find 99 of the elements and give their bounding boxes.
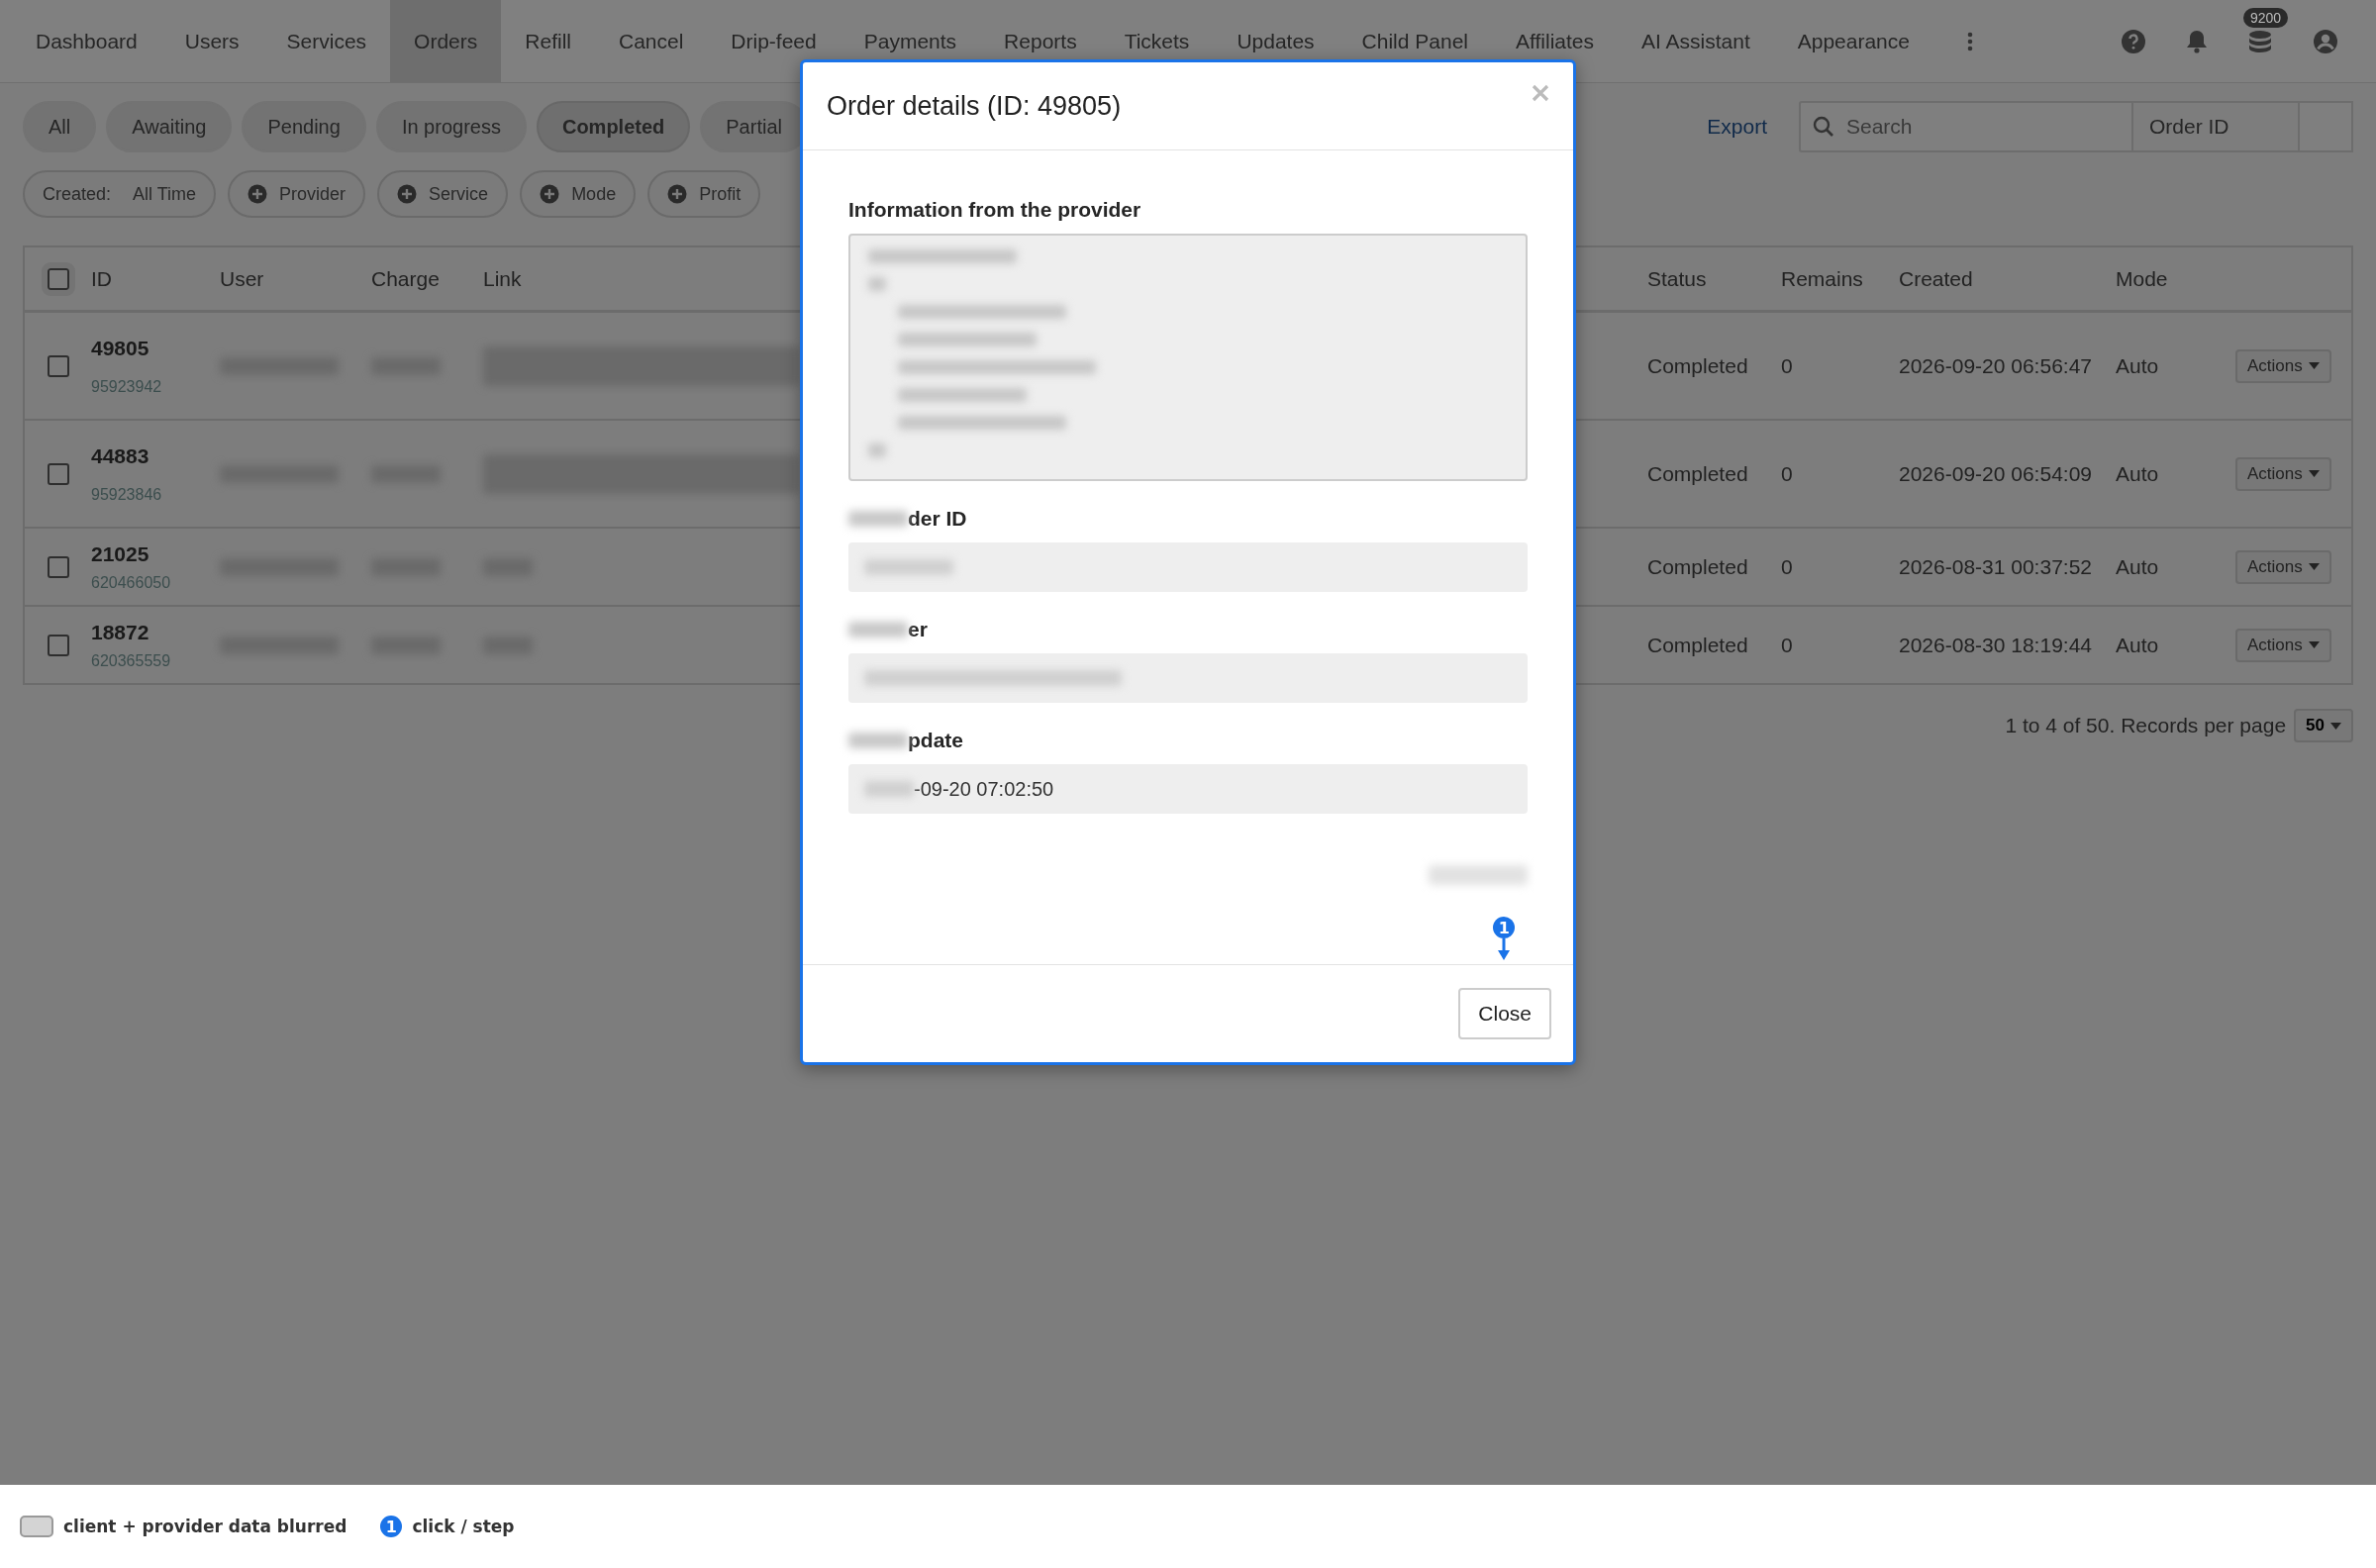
external-order-id: 620365559 bbox=[91, 651, 172, 670]
step-marker: 1 bbox=[380, 1516, 403, 1537]
status-filter-tab[interactable]: Pending bbox=[242, 101, 366, 152]
balance-badge: 9200 bbox=[2243, 7, 2289, 28]
nav-tab[interactable]: AI Assistant bbox=[1618, 0, 1774, 82]
field-label: der ID bbox=[908, 507, 967, 531]
text-field[interactable] bbox=[848, 653, 1528, 703]
blurred-text bbox=[864, 781, 914, 797]
field-label: Information from the provider bbox=[848, 198, 1142, 222]
field-label: pdate bbox=[908, 729, 963, 752]
step-marker: 1 bbox=[1493, 917, 1516, 938]
mode-cell-text: Auto bbox=[2115, 353, 2160, 378]
mode-cell-text: Auto bbox=[2115, 633, 2160, 657]
legend-label: client + provider data blurred bbox=[63, 1517, 347, 1536]
caret-icon bbox=[2308, 362, 2320, 369]
legend-label: click / step bbox=[412, 1517, 515, 1536]
remains-cell-text: 0 bbox=[1780, 461, 1794, 486]
status-cell-text: Completed bbox=[1646, 554, 1749, 579]
external-order-id: 95923846 bbox=[91, 485, 163, 504]
status-cell-text: Completed bbox=[1646, 461, 1749, 486]
help-icon[interactable] bbox=[2121, 28, 2146, 54]
actions-dropdown-button[interactable]: Actions bbox=[2235, 348, 2331, 383]
plus-circle-icon bbox=[397, 184, 418, 204]
column-header: Link bbox=[482, 266, 523, 291]
export-link[interactable]: Export bbox=[1707, 115, 1767, 139]
nav-tab[interactable]: Cancel bbox=[595, 0, 708, 82]
more-menu-icon[interactable] bbox=[1967, 31, 1973, 51]
column-header: ID bbox=[90, 266, 113, 291]
plus-circle-icon bbox=[248, 184, 268, 204]
status-cell-text: Completed bbox=[1646, 633, 1749, 657]
caret-icon bbox=[2308, 470, 2320, 477]
external-order-id: 95923942 bbox=[91, 377, 163, 396]
remains-cell-text: 0 bbox=[1780, 554, 1794, 579]
nav-tab[interactable]: Dashboard bbox=[12, 0, 161, 82]
nav-tab[interactable]: Users bbox=[160, 0, 263, 82]
mode-cell-text: Auto bbox=[2115, 554, 2160, 579]
close-icon[interactable] bbox=[1532, 84, 1549, 102]
database-icon[interactable] bbox=[2247, 29, 2273, 53]
actions-dropdown-button[interactable]: Actions bbox=[2235, 456, 2331, 491]
remains-cell-text: 0 bbox=[1780, 633, 1794, 657]
actions-dropdown-button[interactable]: Actions bbox=[2235, 628, 2331, 662]
status-filter-tab[interactable]: Awaiting bbox=[106, 101, 233, 152]
nav-tab[interactable]: Services bbox=[262, 0, 391, 82]
status-cell-text: Completed bbox=[1646, 353, 1749, 378]
search-field[interactable]: Search bbox=[1799, 101, 2133, 152]
nav-tab[interactable]: Orders bbox=[390, 0, 502, 82]
blurred-text bbox=[848, 733, 908, 748]
nav-tab[interactable]: Drip-feed bbox=[707, 0, 841, 82]
row-checkbox[interactable] bbox=[47, 634, 69, 656]
actions-dropdown-button[interactable]: Actions bbox=[2235, 549, 2331, 584]
date-filter-chip[interactable]: Created: All Time bbox=[23, 170, 217, 218]
dialog-title: Order details (ID: 49805) bbox=[827, 90, 1122, 122]
field-label: er bbox=[908, 618, 928, 641]
caret-icon bbox=[2308, 563, 2320, 570]
bell-icon[interactable] bbox=[2186, 29, 2208, 53]
column-header: Mode bbox=[2115, 266, 2169, 291]
user-avatar-icon[interactable] bbox=[2313, 28, 2338, 54]
column-header: Remains bbox=[1780, 266, 1864, 291]
text-field[interactable]: -09-20 07:02:50 bbox=[848, 764, 1528, 814]
external-order-id: 620466050 bbox=[91, 573, 172, 592]
created-cell-text: 2026-08-30 18:19:44 bbox=[1898, 633, 2093, 657]
blurred-text bbox=[848, 622, 908, 637]
column-header: User bbox=[219, 266, 265, 291]
blur-swatch-icon bbox=[20, 1516, 53, 1537]
order-id[interactable]: 49805 bbox=[91, 336, 218, 360]
plus-circle-icon bbox=[667, 184, 688, 204]
close-button[interactable]: Close bbox=[1458, 988, 1551, 1039]
pagination-text: 1 to 4 of 50. Records per page bbox=[2005, 714, 2287, 737]
add-filter-chip[interactable]: Service bbox=[377, 170, 509, 218]
created-cell-text: 2026-09-20 06:56:47 bbox=[1898, 353, 2093, 378]
status-filter-tab[interactable]: Completed bbox=[536, 101, 691, 152]
mode-cell-text: Auto bbox=[2115, 461, 2160, 486]
plus-circle-icon bbox=[540, 184, 560, 204]
created-cell-text: 2026-08-31 00:37:52 bbox=[1898, 554, 2093, 579]
row-checkbox[interactable] bbox=[47, 462, 69, 485]
add-filter-chip[interactable]: Provider bbox=[228, 170, 366, 218]
order-id[interactable]: 44883 bbox=[91, 443, 218, 468]
column-header: Status bbox=[1646, 266, 1708, 291]
row-checkbox[interactable] bbox=[47, 555, 69, 578]
field-value: -09-20 07:02:50 bbox=[914, 777, 1054, 801]
nav-tab[interactable]: Appearance bbox=[1773, 0, 1933, 82]
created-cell-text: 2026-09-20 06:54:09 bbox=[1898, 461, 2093, 486]
text-field[interactable] bbox=[848, 542, 1528, 592]
down-arrow-icon bbox=[1498, 938, 1511, 960]
blurred-text bbox=[848, 511, 908, 527]
add-filter-chip[interactable]: Mode bbox=[520, 170, 637, 218]
column-header: Charge bbox=[370, 266, 441, 291]
order-id[interactable]: 21025 bbox=[91, 541, 218, 566]
column-header: Created bbox=[1898, 266, 1974, 291]
order-id[interactable]: 18872 bbox=[91, 620, 218, 644]
row-checkbox[interactable] bbox=[47, 354, 69, 377]
per-page-select[interactable]: 50 bbox=[2294, 709, 2353, 742]
remains-cell-text: 0 bbox=[1780, 353, 1794, 378]
status-filter-tab[interactable]: In progress bbox=[375, 101, 527, 152]
caret-icon bbox=[2330, 722, 2341, 730]
add-filter-chip[interactable]: Profit bbox=[647, 170, 761, 218]
nav-tab[interactable]: Refill bbox=[501, 0, 595, 82]
status-filter-tab[interactable]: All bbox=[23, 101, 97, 152]
caret-icon bbox=[2308, 641, 2320, 648]
